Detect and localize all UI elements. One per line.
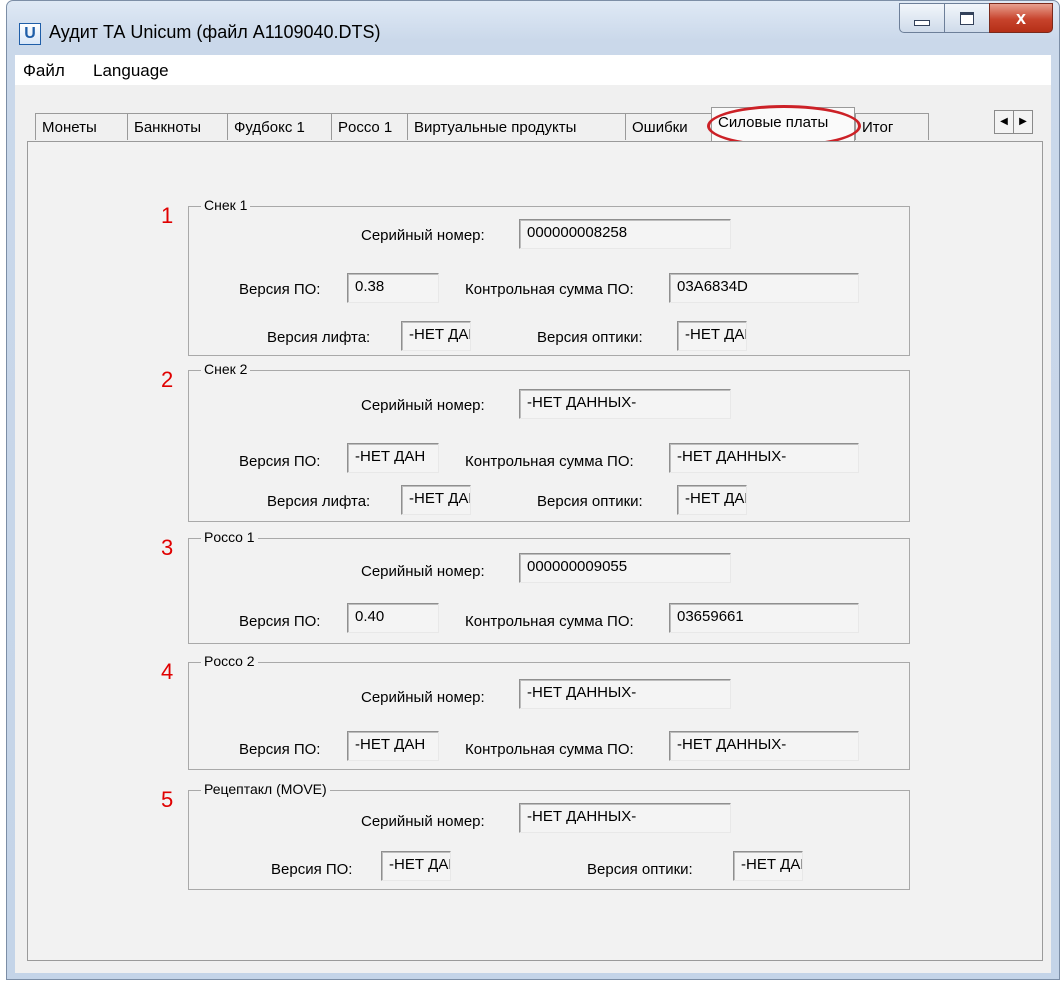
- close-icon: x: [1015, 7, 1026, 28]
- group-receptacle-move: 5 Рецептакл (MOVE) Серийный номер: -НЕТ …: [161, 781, 910, 890]
- serial-field[interactable]: -НЕТ ДАННЫХ-: [519, 389, 731, 419]
- group-title: Снек 1: [201, 197, 251, 213]
- fw-version-field[interactable]: -НЕТ ДАН: [347, 731, 439, 761]
- fw-checksum-label: Контрольная сумма ПО:: [465, 741, 634, 758]
- optics-version-label: Версия оптики:: [537, 329, 643, 346]
- window-controls: x: [899, 3, 1053, 33]
- tab-banknotes[interactable]: Банкноты: [127, 113, 227, 140]
- lift-version-label: Версия лифта:: [267, 329, 371, 346]
- power-boards-page: 1 Снек 1 Серийный номер: 000000008258 Ве…: [27, 141, 1043, 961]
- fw-version-label: Версия ПО:: [239, 613, 321, 630]
- group-number: 4: [161, 659, 174, 684]
- tab-scroll-left-icon[interactable]: ◀: [994, 110, 1014, 134]
- lift-version-field[interactable]: -НЕТ ДАН: [401, 485, 471, 515]
- lift-version-label: Версия лифта:: [267, 493, 371, 510]
- group-title: Рocco 2: [201, 653, 258, 669]
- optics-version-label: Версия оптики:: [587, 861, 693, 878]
- fw-version-field[interactable]: -НЕТ ДАН: [381, 851, 451, 881]
- fw-checksum-field[interactable]: -НЕТ ДАННЫХ-: [669, 443, 859, 473]
- group-title: Рocco 1: [201, 529, 258, 545]
- fw-version-field[interactable]: 0.40: [347, 603, 439, 633]
- optics-version-field[interactable]: -НЕТ ДАН: [677, 321, 747, 351]
- fw-version-field[interactable]: 0.38: [347, 273, 439, 303]
- tab-strip: Монеты Банкноты Фудбокс 1 Рocco 1 Виртуа…: [15, 85, 1051, 149]
- group-number: 1: [161, 203, 174, 228]
- window-title: Аудит ТА Unicum (файл A1109040.DTS): [49, 22, 381, 42]
- group-snack-1: 1 Снек 1 Серийный номер: 000000008258 Ве…: [161, 197, 910, 356]
- group-rocco-2: 4 Рocco 2 Серийный номер: -НЕТ ДАННЫХ- В…: [161, 653, 910, 770]
- serial-label: Серийный номер:: [361, 227, 485, 244]
- menu-bar: Файл Language: [15, 55, 1051, 85]
- fw-checksum-field[interactable]: 03659661: [669, 603, 859, 633]
- minimize-icon: [914, 20, 930, 26]
- application-window: U Аудит ТА Unicum (файл A1109040.DTS) x …: [6, 0, 1060, 980]
- group-number: 5: [161, 787, 174, 812]
- fw-checksum-field[interactable]: 03A6834D: [669, 273, 859, 303]
- serial-label: Серийный номер:: [361, 397, 485, 414]
- serial-field[interactable]: 000000009055: [519, 553, 731, 583]
- fw-version-label: Версия ПО:: [271, 861, 353, 878]
- optics-version-field[interactable]: -НЕТ ДАН: [677, 485, 747, 515]
- fw-version-label: Версия ПО:: [239, 281, 321, 298]
- group-rocco-1: 3 Рocco 1 Серийный номер: 000000009055 В…: [161, 529, 910, 644]
- serial-field[interactable]: -НЕТ ДАННЫХ-: [519, 803, 731, 833]
- fw-version-label: Версия ПО:: [239, 741, 321, 758]
- fw-version-field[interactable]: -НЕТ ДАН: [347, 443, 439, 473]
- tab-coins[interactable]: Монеты: [35, 113, 127, 140]
- tab-errors[interactable]: Ошибки: [625, 113, 711, 140]
- fw-checksum-field[interactable]: -НЕТ ДАННЫХ-: [669, 731, 859, 761]
- title-bar[interactable]: U Аудит ТА Unicum (файл A1109040.DTS) x: [7, 1, 1059, 53]
- serial-label: Серийный номер:: [361, 813, 485, 830]
- optics-version-field[interactable]: -НЕТ ДАН: [733, 851, 803, 881]
- close-button[interactable]: x: [989, 3, 1053, 33]
- tab-virtual-products[interactable]: Виртуальные продукты: [407, 113, 625, 140]
- unicum-app-icon: U: [19, 23, 41, 45]
- group-snack-2: 2 Снек 2 Серийный номер: -НЕТ ДАННЫХ- Ве…: [161, 361, 910, 522]
- serial-field[interactable]: 000000008258: [519, 219, 731, 249]
- serial-label: Серийный номер:: [361, 689, 485, 706]
- group-number: 2: [161, 367, 174, 392]
- fw-version-label: Версия ПО:: [239, 453, 321, 470]
- serial-field[interactable]: -НЕТ ДАННЫХ-: [519, 679, 731, 709]
- tab-rocco-1[interactable]: Рocco 1: [331, 113, 407, 140]
- fw-checksum-label: Контрольная сумма ПО:: [465, 453, 634, 470]
- maximize-icon: [960, 11, 974, 25]
- group-number: 3: [161, 535, 174, 560]
- fw-checksum-label: Контрольная сумма ПО:: [465, 613, 634, 630]
- maximize-button[interactable]: [944, 3, 990, 33]
- menu-language[interactable]: Language: [93, 61, 169, 81]
- tab-total[interactable]: Итог: [855, 113, 929, 140]
- serial-label: Серийный номер:: [361, 563, 485, 580]
- fw-checksum-label: Контрольная сумма ПО:: [465, 281, 634, 298]
- minimize-button[interactable]: [899, 3, 945, 33]
- group-title: Снек 2: [201, 361, 251, 377]
- optics-version-label: Версия оптики:: [537, 493, 643, 510]
- client-area: Монеты Банкноты Фудбокс 1 Рocco 1 Виртуа…: [15, 85, 1051, 973]
- tab-scroll-right-icon[interactable]: ▶: [1013, 110, 1033, 134]
- group-title: Рецептакл (MOVE): [201, 781, 330, 797]
- lift-version-field[interactable]: -НЕТ ДАН: [401, 321, 471, 351]
- menu-file[interactable]: Файл: [23, 61, 65, 81]
- tab-scroll-buttons: ◀ ▶: [994, 110, 1033, 134]
- tab-foodbox-1[interactable]: Фудбокс 1: [227, 113, 331, 140]
